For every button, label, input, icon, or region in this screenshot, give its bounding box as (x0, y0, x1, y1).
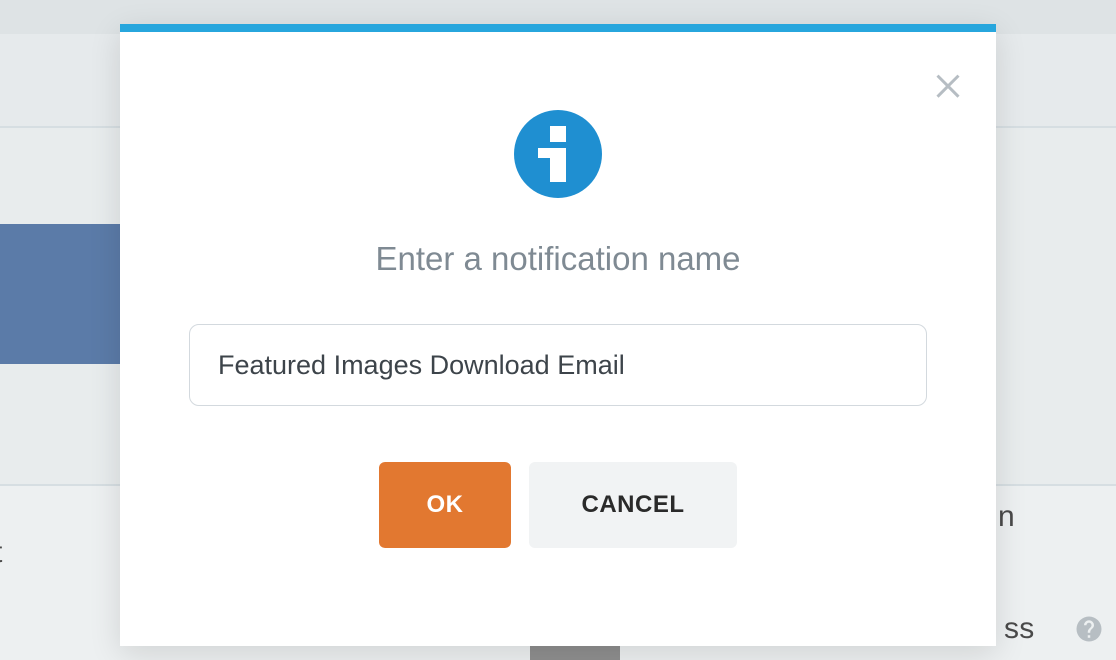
dialog-body: Enter a notification name OK CANCEL (120, 32, 996, 548)
ok-button[interactable]: OK (379, 462, 511, 548)
cancel-button[interactable]: CANCEL (529, 462, 737, 548)
dialog-accent-bar (120, 24, 996, 32)
dialog-actions: OK CANCEL (379, 462, 737, 548)
bg-text-fragment-right-top: n (998, 500, 1015, 534)
bg-text-fragment-right-bottom: ss (1004, 612, 1034, 646)
info-icon (514, 110, 602, 198)
dialog-title: Enter a notification name (375, 240, 740, 278)
help-icon (1074, 614, 1104, 644)
bg-bottom-thumb (530, 646, 620, 660)
notification-name-dialog: Enter a notification name OK CANCEL (120, 24, 996, 646)
notification-name-input[interactable] (189, 324, 927, 406)
close-icon (930, 89, 966, 106)
close-button[interactable] (930, 66, 966, 102)
bg-left-tab (0, 224, 120, 364)
bg-text-fragment-left: t (0, 536, 3, 570)
